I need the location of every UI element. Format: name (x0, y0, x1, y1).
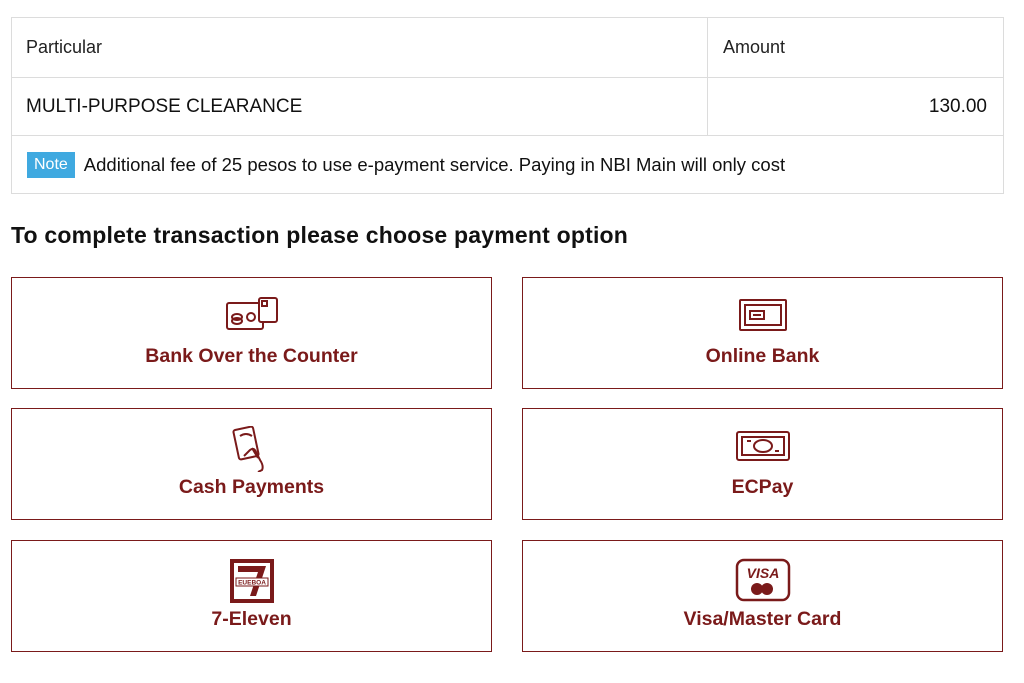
payment-option-bank-over-the-counter[interactable]: Bank Over the Counter (11, 277, 492, 389)
column-header-particular: Particular (12, 18, 708, 77)
column-header-amount: Amount (723, 37, 786, 57)
payment-option-visa-master-card[interactable]: VISA Visa/Master Card (522, 540, 1003, 652)
online-bank-icon (735, 295, 791, 335)
payment-option-label: Bank Over the Counter (145, 345, 358, 367)
payment-option-label: 7-Eleven (211, 608, 292, 630)
table-row: MULTI-PURPOSE CLEARANCE 130.00 (12, 78, 1003, 136)
note-badge: Note (27, 151, 75, 178)
payment-heading: To complete transaction please choose pa… (11, 222, 629, 248)
seven-eleven-logo-text: EUEBOA (238, 580, 266, 587)
banknote-icon (735, 426, 791, 466)
seven-eleven-icon: EUEBOA (224, 558, 280, 603)
payment-option-ecpay[interactable]: ECPay (522, 408, 1003, 520)
visa-logo-text: VISA (746, 565, 779, 581)
bank-card-icon (224, 295, 280, 335)
amount-cell: 130.00 (928, 95, 987, 117)
fee-table: Particular Amount MULTI-PURPOSE CLEARANC… (11, 17, 1004, 194)
payment-option-label: Cash Payments (178, 476, 325, 498)
payment-option-label: Visa/Master Card (683, 608, 842, 630)
note-text: Additional fee of 25 pesos to use e-paym… (83, 153, 786, 175)
particular-cell: MULTI-PURPOSE CLEARANCE (12, 78, 708, 135)
cash-hand-icon (224, 426, 280, 472)
payment-option-label: ECPay (731, 476, 794, 498)
table-header-row: Particular Amount (12, 18, 1003, 78)
payment-option-label: Online Bank (705, 345, 820, 367)
visa-card-icon: VISA (735, 558, 791, 602)
payment-option-cash-payments[interactable]: Cash Payments (11, 408, 492, 520)
payment-option-online-bank[interactable]: Online Bank (522, 277, 1003, 389)
note-row: Note Additional fee of 25 pesos to use e… (12, 136, 1003, 193)
payment-option-7-eleven[interactable]: EUEBOA 7-Eleven (11, 540, 492, 652)
